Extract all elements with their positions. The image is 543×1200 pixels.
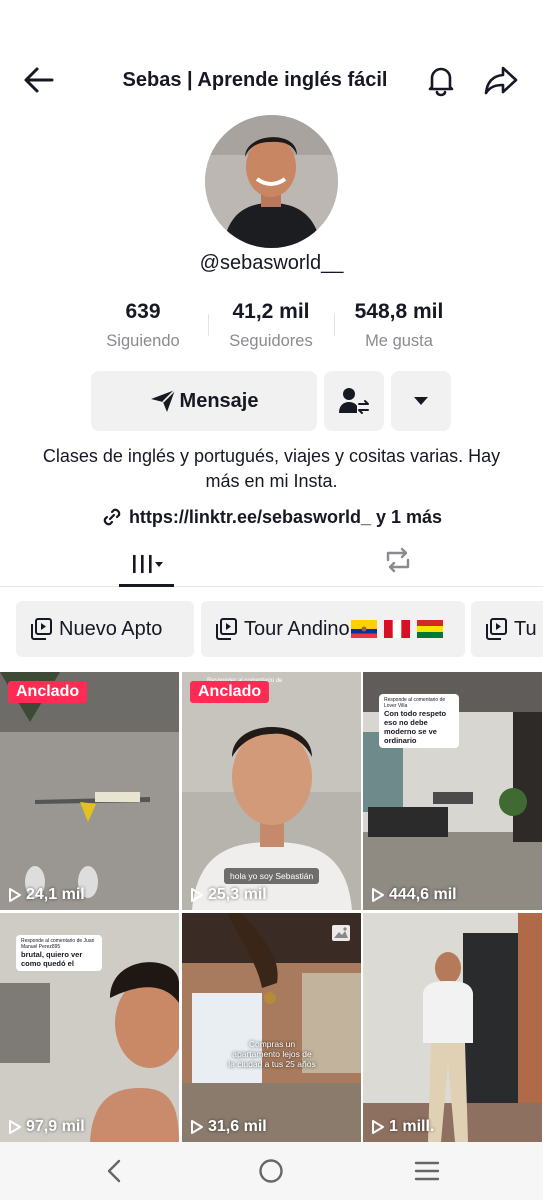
play-icon [9, 888, 21, 902]
playlist-partial[interactable]: Tu [471, 601, 543, 657]
active-tab-indicator [119, 584, 174, 587]
view-count-text: 1 mill. [389, 1118, 435, 1135]
view-count: 1 mill. [371, 1118, 434, 1136]
video-thumbnail[interactable]: Anclado 24,1 mil [0, 672, 179, 910]
comment-text: Con todo respeto eso no debe moderno se … [384, 709, 447, 745]
message-button-label: Mensaje [179, 389, 259, 412]
pinned-badge: Anclado [8, 681, 88, 703]
share-arrow-icon[interactable] [483, 63, 519, 97]
caret-down-icon [414, 397, 428, 405]
more-options-button[interactable] [391, 371, 451, 431]
comment-header: Responde al comentario de Juan Manuel Pe… [21, 938, 95, 950]
playlist-nuevo-apto[interactable]: Nuevo Apto [16, 601, 194, 657]
arrow-left-icon[interactable] [22, 65, 56, 95]
pinned-badge: Anclado [190, 681, 270, 703]
view-count: 31,6 mil [190, 1118, 267, 1136]
grid-filter-icon [133, 554, 163, 573]
system-nav-bar [0, 1142, 543, 1200]
playlist-label: Tu [514, 617, 537, 640]
tab-videos[interactable] [119, 540, 175, 587]
view-count-text: 97,9 mil [26, 1118, 85, 1135]
avatar[interactable] [205, 115, 338, 248]
ecuador-flag-icon [350, 620, 377, 638]
video-thumbnail-image [182, 913, 361, 1142]
page-title: Sebas | Aprende inglés fácil [122, 69, 388, 91]
video-thumbnail-image [0, 672, 179, 910]
play-icon [191, 1120, 203, 1134]
username: @sebasworld__ [199, 252, 344, 274]
video-thumbnail[interactable]: Responder al comentario de Anclado hola … [182, 672, 361, 910]
bio-text: Clases de inglés y portugués, viajes y c… [42, 446, 501, 491]
playlist-icon [31, 618, 52, 640]
peru-flag-icon [383, 620, 410, 638]
video-caption: Compras un apartamento lejos de la ciuda… [228, 1039, 316, 1069]
view-count: 24,1 mil [8, 886, 85, 904]
comment-text: brutal, quiero ver como quedó el [21, 950, 83, 968]
view-count: 444,6 mil [371, 886, 457, 904]
video-thumbnail[interactable]: Responde al comentario de Lover Villa Co… [363, 672, 542, 910]
nav-recents-icon[interactable] [414, 1160, 440, 1182]
stat-likes-value: 548,8 mil [354, 300, 444, 323]
user-swap-icon [339, 388, 369, 414]
video-thumbnail[interactable]: 1 mill. [363, 913, 542, 1142]
video-thumbnail[interactable]: Responde al comentario de Juan Manuel Pe… [0, 913, 179, 1142]
playlist-tour-andino[interactable]: Tour Andino [201, 601, 465, 657]
playlist-icon [486, 618, 507, 640]
tab-reposts[interactable] [378, 540, 418, 580]
playlists-row: Nuevo Apto Tour Andino Tu [0, 601, 543, 657]
view-count-text: 444,6 mil [389, 886, 457, 903]
video-thumbnail[interactable]: Compras un apartamento lejos de la ciuda… [182, 913, 361, 1142]
nav-back-icon[interactable] [103, 1158, 125, 1184]
photo-icon [331, 924, 351, 947]
follow-status-button[interactable] [324, 371, 384, 431]
bio-link[interactable]: https://linktr.ee/sebasworld_ y 1 más [0, 506, 543, 528]
content-tabs [0, 540, 543, 587]
play-icon [372, 888, 384, 902]
profile-header: Sebas | Aprende inglés fácil [0, 55, 543, 107]
comment-header: Responde al comentario de Lover Villa [384, 697, 446, 709]
view-count: 97,9 mil [8, 1118, 85, 1136]
link-icon [103, 508, 121, 526]
play-icon [9, 1120, 21, 1134]
playlist-label: Tour Andino [244, 617, 350, 640]
video-thumbnail-image [363, 913, 542, 1142]
view-count-text: 24,1 mil [26, 886, 85, 903]
stat-likes-label: Me gusta [365, 332, 433, 350]
stat-likes[interactable]: 548,8 mil Me gusta [324, 300, 474, 351]
repost-icon [386, 547, 410, 573]
comment-bubble: Responde al comentario de Lover Villa Co… [379, 694, 459, 748]
playlist-label: Nuevo Apto [59, 617, 163, 640]
bio-link-text: https://linktr.ee/sebasworld_ y 1 más [128, 506, 443, 527]
view-count-text: 31,6 mil [208, 1118, 267, 1135]
play-icon [372, 1120, 384, 1134]
bell-icon[interactable] [424, 63, 458, 97]
video-caption: hola yo soy Sebastián [224, 868, 320, 884]
view-count: 25,3 mil [190, 886, 267, 904]
nav-home-icon[interactable] [258, 1158, 284, 1184]
video-grid: Anclado 24,1 mil Responder al comentario… [0, 672, 543, 1142]
comment-bubble: Responde al comentario de Juan Manuel Pe… [16, 935, 102, 971]
view-count-text: 25,3 mil [208, 886, 267, 903]
message-button[interactable]: Mensaje [91, 371, 317, 431]
send-icon [150, 389, 176, 412]
playlist-icon [216, 618, 237, 640]
bolivia-flag-icon [416, 620, 443, 638]
play-icon [191, 888, 203, 902]
